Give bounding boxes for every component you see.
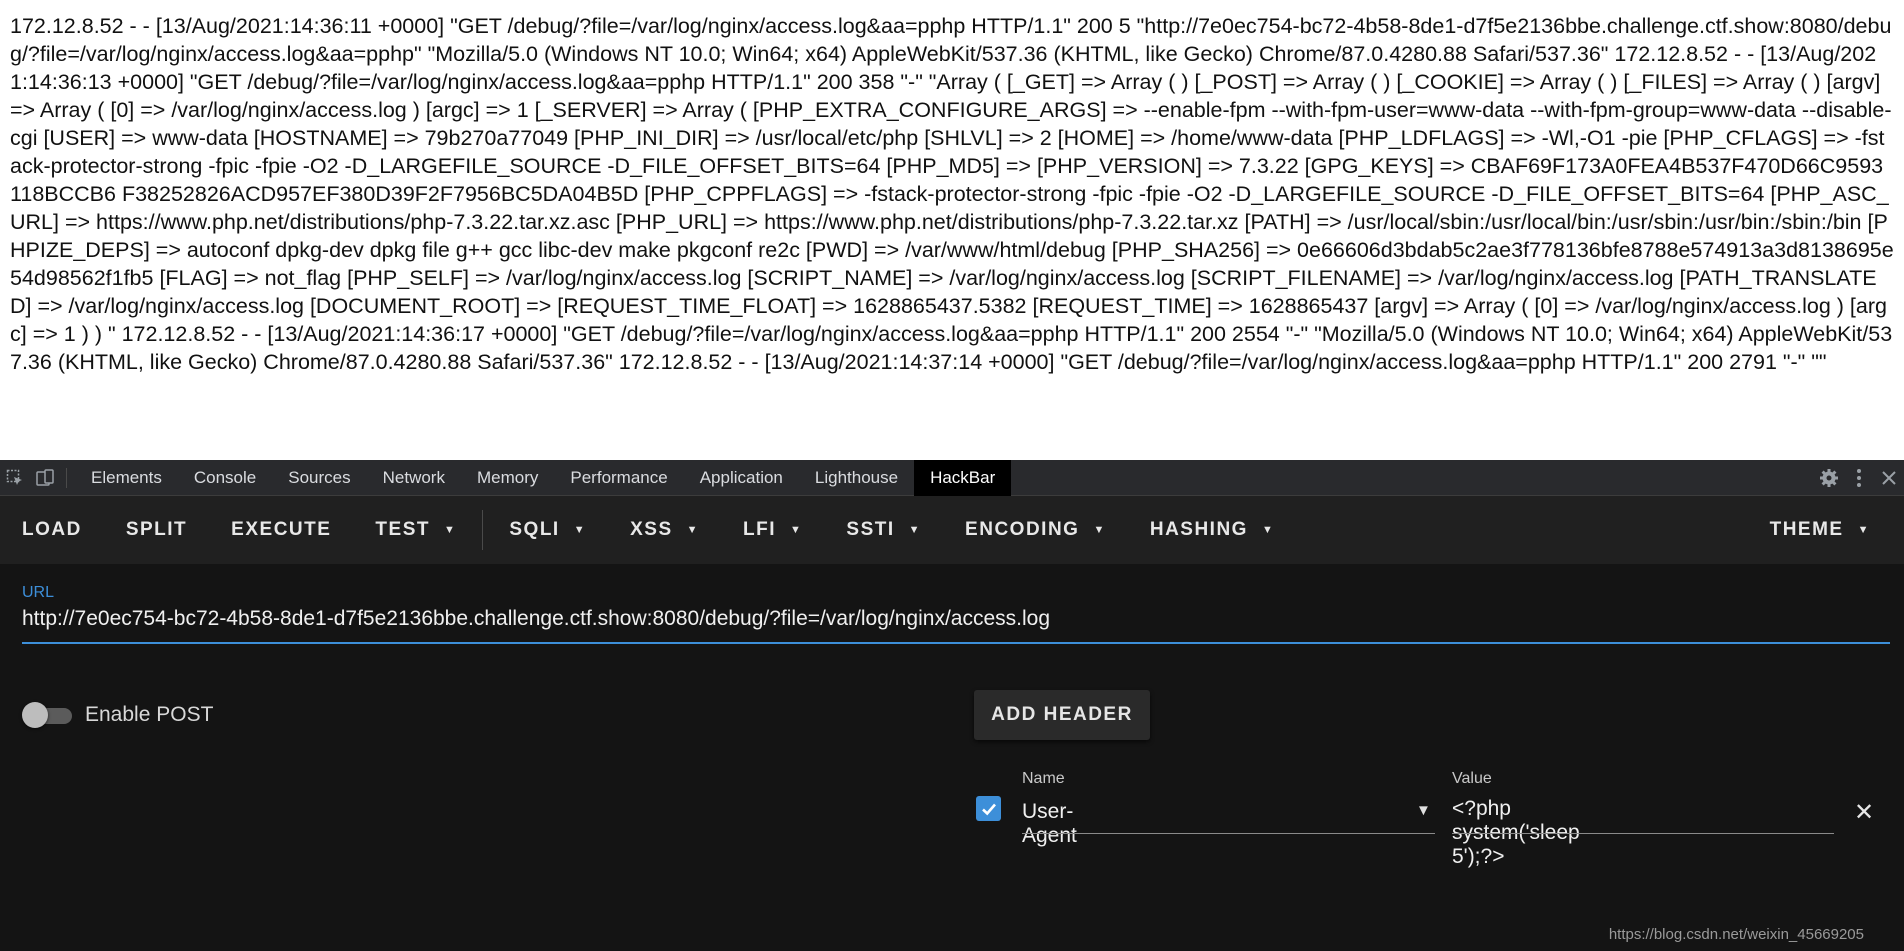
tab-performance[interactable]: Performance	[554, 460, 683, 496]
tab-label: Elements	[91, 467, 162, 487]
lfi-menu[interactable]: LFI ▼	[721, 496, 824, 564]
header-value-underline	[1452, 833, 1834, 834]
url-input[interactable]	[22, 604, 1890, 634]
more-icon[interactable]	[1844, 460, 1874, 496]
execute-label: EXECUTE	[231, 519, 332, 540]
split-label: SPLIT	[125, 519, 188, 540]
xss-menu[interactable]: XSS ▼	[608, 496, 721, 564]
toolbar-divider	[482, 510, 484, 550]
split-button[interactable]: SPLIT	[104, 496, 209, 564]
execute-button[interactable]: EXECUTE	[209, 496, 353, 564]
header-name-label: Name	[1022, 770, 1065, 787]
devtools-tabbar: Elements Console Sources Network Memory …	[0, 459, 1904, 496]
tab-label: HackBar	[930, 467, 996, 487]
test-label: TEST	[375, 519, 430, 540]
toggle-knob	[22, 702, 48, 728]
hashing-menu[interactable]: HASHING ▼	[1128, 496, 1297, 564]
hackbar-body: URL	[0, 564, 1904, 951]
caret-down-icon: ▼	[908, 524, 922, 536]
header-value-label: Value	[1452, 770, 1492, 787]
caret-down-icon: ▼	[573, 524, 587, 536]
url-underline	[22, 642, 1890, 644]
tab-label: Sources	[288, 467, 351, 487]
test-menu[interactable]: TEST ▼	[353, 496, 478, 564]
devtools-panel: Elements Console Sources Network Memory …	[0, 459, 1904, 951]
sqli-menu[interactable]: SQLI ▼	[487, 496, 608, 564]
hashing-label: HASHING	[1149, 519, 1248, 540]
url-label: URL	[22, 584, 55, 601]
enable-post-label: Enable POST	[85, 703, 214, 726]
page-output: 172.12.8.52 - - [13/Aug/2021:14:36:11 +0…	[0, 0, 1904, 460]
caret-down-icon: ▼	[1857, 524, 1870, 536]
encoding-label: ENCODING	[965, 519, 1080, 540]
ssti-menu[interactable]: SSTI ▼	[824, 496, 943, 564]
tab-label: Lighthouse	[814, 467, 899, 487]
check-icon	[981, 803, 996, 815]
caret-down-icon: ▼	[443, 524, 457, 536]
tab-label: Network	[382, 467, 445, 487]
caret-down-icon: ▼	[686, 524, 700, 536]
settings-icon[interactable]	[1814, 460, 1844, 496]
tabbar-divider	[66, 467, 67, 488]
watermark: https://blog.csdn.net/weixin_45669205	[1608, 926, 1864, 943]
theme-label: THEME	[1769, 519, 1844, 540]
enable-post-toggle[interactable]	[22, 702, 74, 728]
caret-down-icon: ▼	[1093, 524, 1106, 536]
caret-down-icon[interactable]: ▼	[1416, 802, 1431, 819]
load-label: LOAD	[22, 519, 82, 540]
tab-network[interactable]: Network	[367, 460, 461, 496]
device-toggle-icon[interactable]	[30, 460, 60, 496]
tab-elements[interactable]: Elements	[75, 460, 178, 496]
tab-hackbar[interactable]: HackBar	[914, 459, 1012, 496]
caret-down-icon: ▼	[790, 524, 803, 536]
tab-sources[interactable]: Sources	[272, 460, 366, 496]
tab-label: Memory	[476, 467, 539, 487]
close-icon[interactable]	[1874, 460, 1904, 496]
header-name-underline	[1022, 833, 1435, 834]
tab-label: Console	[193, 467, 257, 487]
access-log-text: 172.12.8.52 - - [13/Aug/2021:14:36:11 +0…	[10, 14, 1894, 374]
tab-console[interactable]: Console	[178, 460, 272, 496]
ssti-label: SSTI	[846, 519, 895, 540]
header-enabled-checkbox[interactable]	[976, 796, 1001, 821]
load-button[interactable]: LOAD	[0, 496, 104, 564]
remove-header-icon[interactable]: ✕	[1854, 798, 1874, 827]
devtools-controls	[1814, 460, 1904, 496]
tab-application[interactable]: Application	[684, 460, 799, 496]
tab-label: Application	[699, 467, 783, 487]
theme-menu[interactable]: THEME ▼	[1748, 496, 1892, 564]
xss-label: XSS	[630, 519, 673, 540]
sqli-label: SQLI	[509, 519, 560, 540]
lfi-label: LFI	[743, 519, 777, 540]
inspect-icon[interactable]	[0, 460, 30, 496]
tab-label: Performance	[570, 467, 668, 487]
encoding-menu[interactable]: ENCODING ▼	[943, 496, 1128, 564]
caret-down-icon: ▼	[1261, 524, 1275, 536]
header-name-select[interactable]: User-Agent	[1022, 800, 1077, 848]
hackbar-toolbar: LOAD SPLIT EXECUTE TEST ▼ SQLI ▼ XSS ▼ LFI ▼…	[0, 496, 1904, 564]
tab-memory[interactable]: Memory	[461, 460, 554, 496]
tab-lighthouse[interactable]: Lighthouse	[799, 460, 914, 496]
add-header-button[interactable]: ADD HEADER	[974, 690, 1150, 740]
